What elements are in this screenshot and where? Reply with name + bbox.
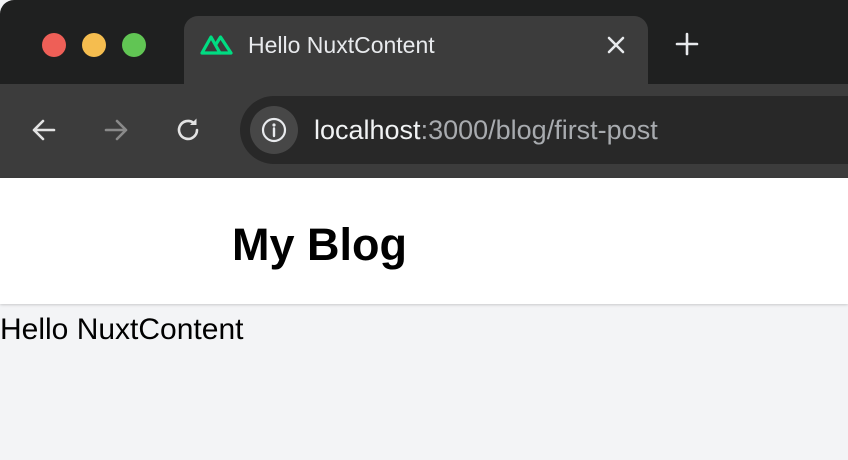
tab-active[interactable]: Hello NuxtContent — [184, 16, 648, 84]
arrow-left-icon[interactable] — [28, 114, 60, 146]
address-bar[interactable]: localhost:3000/blog/first-post — [240, 96, 848, 164]
tab-strip: Hello NuxtContent — [0, 0, 848, 84]
url-host: localhost — [314, 115, 421, 145]
site-header: My Blog — [0, 178, 848, 304]
reload-icon[interactable] — [172, 114, 204, 146]
window-maximize-button[interactable] — [122, 33, 146, 57]
post-content: Hello NuxtContent — [0, 313, 244, 346]
close-icon[interactable] — [604, 33, 628, 57]
window-close-button[interactable] — [42, 33, 66, 57]
url-path: :3000/blog/first-post — [420, 115, 658, 145]
url-text: localhost:3000/blog/first-post — [314, 115, 658, 145]
window-minimize-button[interactable] — [82, 33, 106, 57]
arrow-right-icon[interactable] — [100, 114, 132, 146]
browser-toolbar: localhost:3000/blog/first-post — [0, 84, 848, 178]
tab-title: Hello NuxtContent — [248, 32, 435, 58]
page-title: My Blog — [232, 219, 407, 270]
info-icon[interactable] — [250, 106, 298, 154]
plus-icon[interactable] — [674, 31, 700, 57]
page-viewport: My Blog Hello NuxtContent — [0, 178, 848, 460]
browser-window: Hello NuxtContent localhost:3000/blog/fi… — [0, 0, 848, 460]
nuxt-logo-icon — [200, 32, 234, 56]
